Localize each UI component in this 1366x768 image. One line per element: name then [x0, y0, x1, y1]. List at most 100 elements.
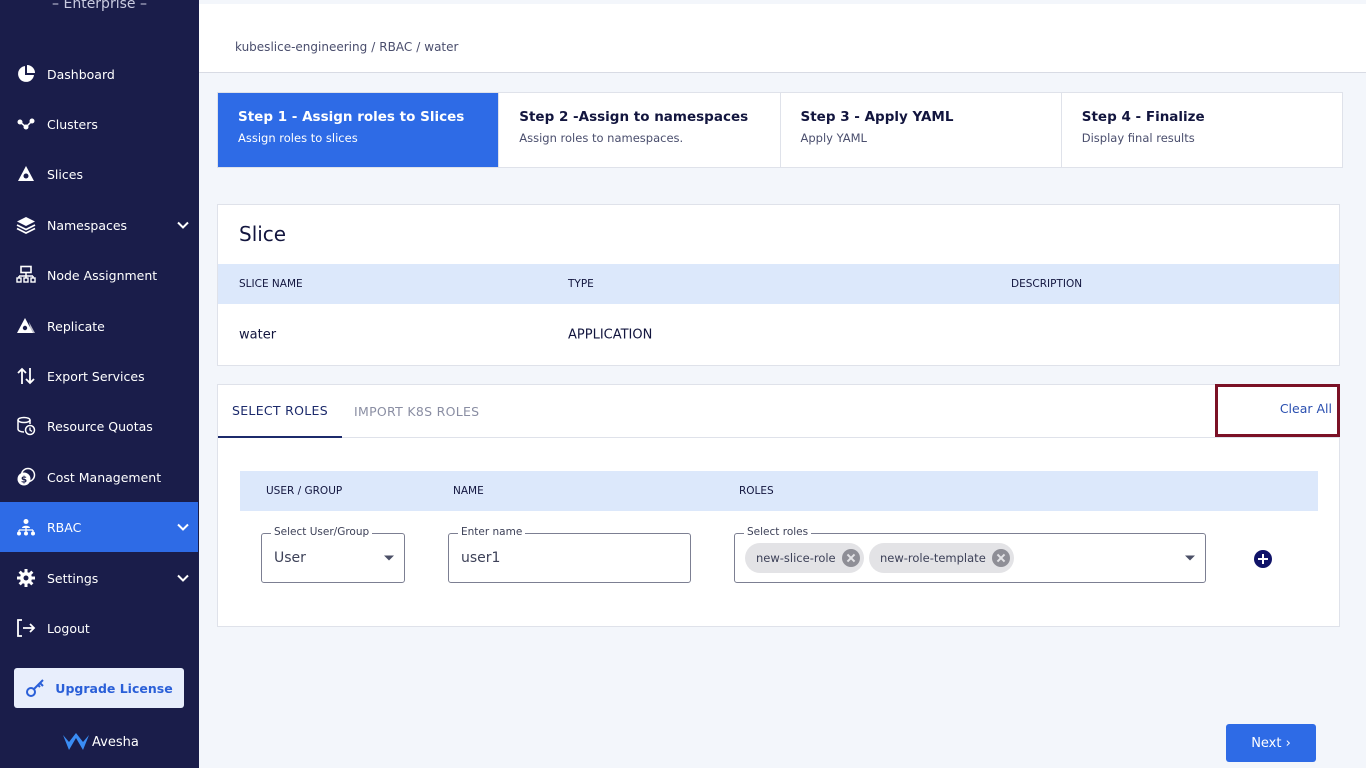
- page-header: kubeslice-engineering / RBAC / water: [199, 4, 1366, 73]
- sidebar: – Enterprise – Dashboard Clusters Slices…: [0, 0, 199, 768]
- column-header-user-group: USER / GROUP: [266, 485, 343, 497]
- sidebar-item-label: Clusters: [47, 116, 98, 132]
- roles-card: SELECT ROLES IMPORT K8S ROLES Clear All …: [217, 384, 1340, 627]
- sidebar-item-label: Dashboard: [47, 66, 115, 82]
- add-row-icon[interactable]: [1254, 550, 1272, 568]
- sidebar-item-label: Node Assignment: [47, 267, 158, 283]
- sidebar-item-rbac[interactable]: RBAC: [0, 502, 198, 552]
- slice-icon: [16, 164, 36, 184]
- sidebar-item-label: Cost Management: [47, 469, 162, 485]
- breadcrumb-separator: /: [416, 40, 421, 54]
- sidebar-item-export-services[interactable]: Export Services: [0, 351, 198, 401]
- column-header-slice-name: SLICE NAME: [239, 278, 303, 290]
- sidebar-item-namespaces[interactable]: Namespaces: [0, 200, 198, 250]
- logout-icon: [16, 618, 36, 638]
- column-header-description: DESCRIPTION: [1011, 278, 1083, 290]
- stepper: Step 1 - Assign roles to Slices Assign r…: [217, 92, 1343, 168]
- slice-name-cell: water: [239, 327, 277, 343]
- cost-icon: $: [16, 467, 36, 487]
- step-title: Step 2 -Assign to namespaces: [519, 109, 749, 125]
- user-group-legend: Select User/Group: [271, 526, 373, 538]
- tab-import-k8s-roles[interactable]: IMPORT K8S ROLES: [354, 385, 479, 438]
- step-1[interactable]: Step 1 - Assign roles to Slices Assign r…: [218, 93, 500, 167]
- roles-tabs: SELECT ROLES IMPORT K8S ROLES: [218, 385, 1339, 438]
- chevron-down-icon[interactable]: [176, 218, 190, 232]
- sidebar-item-logout[interactable]: Logout: [0, 603, 198, 653]
- brand-text: – Enterprise –: [52, 0, 147, 12]
- sidebar-item-replicate[interactable]: Replicate: [0, 301, 198, 351]
- role-chip-label: new-slice-role: [756, 551, 836, 565]
- replicate-icon: [16, 316, 36, 336]
- avesha-logo: Avesha: [62, 732, 139, 752]
- caret-down-icon: [384, 555, 394, 561]
- column-header-type: TYPE: [568, 278, 594, 290]
- layers-icon: [16, 215, 36, 235]
- chevron-down-icon[interactable]: [176, 571, 190, 585]
- quota-icon: [16, 416, 36, 436]
- role-chip: new-role-template: [869, 543, 1014, 573]
- next-button[interactable]: Next ›: [1226, 724, 1316, 762]
- sidebar-item-label: Namespaces: [47, 217, 128, 233]
- name-input[interactable]: Enter name user1: [448, 526, 691, 583]
- sidebar-item-label: Resource Quotas: [47, 418, 153, 434]
- column-header-name: NAME: [453, 485, 484, 497]
- breadcrumb-current: water: [424, 40, 459, 54]
- user-group-value: User: [274, 550, 306, 566]
- chip-remove-icon[interactable]: [841, 549, 860, 567]
- tab-select-roles[interactable]: SELECT ROLES: [218, 385, 342, 438]
- avesha-logo-text: Avesha: [92, 734, 139, 750]
- sidebar-item-label: Export Services: [47, 368, 145, 384]
- upgrade-license-label: Upgrade License: [55, 680, 173, 696]
- user-group-select[interactable]: Select User/Group User: [261, 526, 405, 583]
- caret-down-icon[interactable]: [1185, 555, 1195, 561]
- sidebar-item-settings[interactable]: Settings: [0, 553, 198, 603]
- step-2[interactable]: Step 2 -Assign to namespaces Assign role…: [499, 93, 781, 167]
- sidebar-item-node-assignment[interactable]: Node Assignment: [0, 250, 198, 300]
- step-subtitle: Assign roles to namespaces.: [519, 131, 684, 145]
- sidebar-item-label: Replicate: [47, 318, 105, 334]
- role-chip-label: new-role-template: [880, 551, 986, 565]
- name-legend: Enter name: [458, 526, 526, 538]
- step-title: Step 3 - Apply YAML: [800, 109, 954, 125]
- roles-legend: Select roles: [744, 526, 812, 538]
- step-subtitle: Apply YAML: [800, 131, 867, 145]
- gear-icon: [16, 568, 36, 588]
- key-icon: [26, 679, 45, 697]
- cluster-icon: [16, 114, 36, 134]
- breadcrumb-project[interactable]: kubeslice-engineering: [235, 40, 367, 54]
- upgrade-license-button[interactable]: Upgrade License: [14, 668, 184, 708]
- step-4[interactable]: Step 4 - Finalize Display final results: [1062, 93, 1342, 167]
- step-title: Step 4 - Finalize: [1081, 109, 1205, 125]
- svg-text:$: $: [21, 476, 27, 486]
- slice-type-cell: APPLICATION: [568, 327, 653, 343]
- sidebar-item-label: Settings: [47, 570, 99, 586]
- slice-card-title: Slice: [239, 222, 287, 246]
- sidebar-item-dashboard[interactable]: Dashboard: [0, 49, 198, 99]
- slice-card: Slice SLICE NAME TYPE DESCRIPTION water …: [217, 204, 1340, 366]
- sidebar-item-clusters[interactable]: Clusters: [0, 99, 198, 149]
- tab-label: IMPORT K8S ROLES: [354, 404, 480, 419]
- sidebar-item-label: Slices: [47, 166, 83, 182]
- chevron-down-icon[interactable]: [176, 520, 190, 534]
- sidebar-item-slices[interactable]: Slices: [0, 149, 198, 199]
- arrows-updown-icon: [16, 366, 36, 386]
- breadcrumb-section[interactable]: RBAC: [379, 40, 412, 54]
- step-3[interactable]: Step 3 - Apply YAML Apply YAML: [781, 93, 1062, 167]
- table-row: water APPLICATION: [218, 304, 1339, 366]
- avesha-crown-icon: [63, 733, 89, 750]
- sidebar-item-resource-quotas[interactable]: Resource Quotas: [0, 401, 198, 451]
- step-subtitle: Display final results: [1081, 131, 1195, 145]
- clear-all-link[interactable]: Clear All: [1280, 401, 1332, 416]
- step-subtitle: Assign roles to slices: [238, 131, 358, 145]
- roles-select[interactable]: Select roles new-slice-role new-role-tem…: [734, 526, 1206, 583]
- column-header-roles: ROLES: [739, 485, 774, 497]
- rbac-icon: [16, 517, 36, 537]
- breadcrumb-separator: /: [371, 40, 376, 54]
- step-title: Step 1 - Assign roles to Slices: [238, 109, 465, 125]
- chip-remove-icon[interactable]: [991, 549, 1010, 567]
- sidebar-item-cost-management[interactable]: $ Cost Management: [0, 452, 198, 502]
- roles-table-header: USER / GROUP NAME ROLES: [240, 471, 1318, 511]
- slice-table-header: SLICE NAME TYPE DESCRIPTION: [218, 264, 1339, 304]
- role-chip: new-slice-role: [745, 543, 864, 573]
- breadcrumb: kubeslice-engineering / RBAC / water: [235, 40, 458, 54]
